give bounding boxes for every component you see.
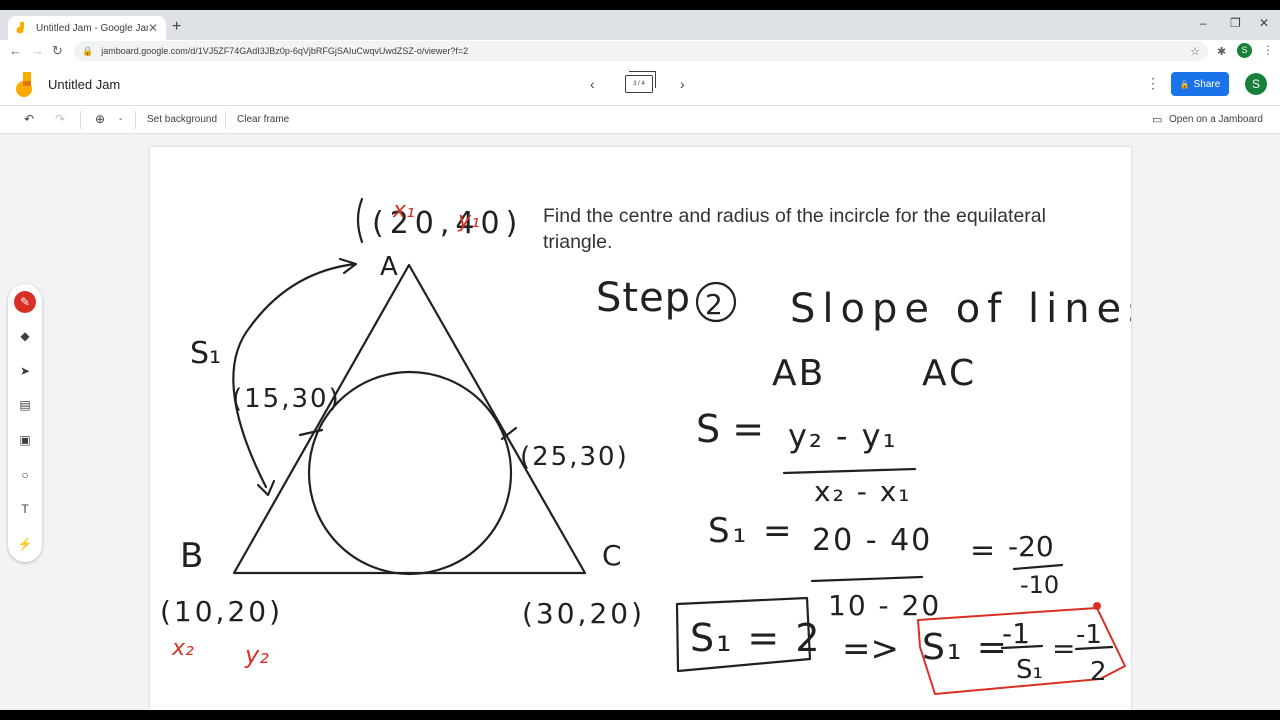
red-dot-drawing [1093, 602, 1101, 610]
perp-fraction-denominator: S₁ [1016, 655, 1043, 685]
perp-value-denominator: 2 [1090, 657, 1107, 687]
url-text: jamboard.google.com/d/1VJ5ZF74GAdI3JBz0p… [101, 46, 469, 56]
point-right-coords: (25,30) [520, 442, 629, 472]
formula-lhs: S = [696, 407, 764, 451]
slope-arrow-drawing [232, 262, 357, 489]
jamboard-logo-icon [16, 72, 32, 97]
set-background-button[interactable]: Set background [147, 114, 217, 125]
browser-nav-bar: ← → ↻ 🔒 jamboard.google.com/d/1VJ5ZF74GA… [0, 40, 1280, 64]
user-avatar[interactable]: S [1245, 73, 1267, 95]
bookmark-star-icon[interactable]: ☆ [1190, 45, 1200, 58]
perp-fraction-numerator: -1 [1002, 617, 1030, 650]
toolbar-divider [225, 111, 226, 129]
more-options-icon[interactable]: ⋮ [1146, 75, 1160, 92]
vertex-b-coords: (10,20) [160, 595, 283, 628]
browser-menu-icon[interactable]: ⋮ [1262, 43, 1274, 57]
s1-equation-lhs: S₁ = [708, 511, 795, 551]
share-lock-icon: 🔒 [1179, 79, 1190, 89]
previous-frame-icon[interactable]: ‹ [590, 76, 595, 92]
step-label: Step [596, 275, 691, 321]
zoom-icon[interactable]: ⊕ [95, 112, 105, 126]
lines-ab: AB [772, 353, 825, 394]
label-y2: y₂ [244, 641, 269, 669]
step-number: 2 [705, 288, 723, 321]
back-icon[interactable]: ← [9, 43, 22, 58]
reload-icon[interactable]: ↻ [52, 43, 63, 59]
select-icon[interactable]: ➤ [14, 360, 36, 382]
triangle-drawing [232, 263, 587, 575]
tick-mark-drawing [298, 428, 324, 437]
lines-ac: AC [922, 353, 977, 394]
restore-icon[interactable]: ❐ [1230, 16, 1241, 30]
jamboard-window: Untitled Jam - Google Jamboard ✕ + – ❐ ✕… [0, 10, 1280, 710]
boxed-result: S₁ = 2 [690, 616, 822, 660]
toolbar-divider [135, 111, 136, 129]
address-bar[interactable]: 🔒 jamboard.google.com/d/1VJ5ZF74GAdI3JBz… [74, 41, 1208, 61]
clear-frame-button[interactable]: Clear frame [237, 114, 289, 125]
lock-icon: 🔒 [82, 45, 94, 56]
slope-heading: Slope of lines [790, 286, 1131, 332]
jam-frame-canvas[interactable]: Find the centre and radius of the incirc… [150, 147, 1131, 710]
zoom-out-button[interactable]: - [119, 114, 122, 125]
fraction-bar-drawing [810, 575, 924, 583]
browser-tab-strip: Untitled Jam - Google Jamboard ✕ + – ❐ ✕ [0, 10, 1280, 40]
tool-palette: ✎ ◆ ➤ ▤ ▣ ○ T ⚡ [8, 284, 42, 562]
next-frame-icon[interactable]: › [680, 76, 685, 92]
undo-icon[interactable]: ↶ [24, 112, 34, 126]
formula-numerator: y₂ - y₁ [788, 417, 897, 455]
perp-lhs: S₁ = [922, 627, 1009, 668]
app-header: Untitled Jam ‹ 3 / 4 › ⋮ 🔒 Share S [0, 64, 1280, 106]
vertex-c-label: C [602, 539, 622, 572]
ink-layer: (20,40) x₁ y₁ A S₁ (15,30) (25,30) B (10… [160, 197, 1131, 695]
label-x1: x₁ [392, 198, 415, 223]
point-left-coords: (15,30) [232, 384, 341, 414]
redo-icon[interactable]: ↷ [55, 112, 65, 126]
s1-denominator: 10 - 20 [828, 589, 941, 622]
formula-denominator: x₂ - x₁ [814, 475, 912, 508]
frame-indicator: 3 / 4 [633, 81, 645, 87]
extensions-icon[interactable]: ✱ [1217, 45, 1226, 58]
fraction-bar-drawing [1012, 563, 1064, 571]
vertex-c-coords: (30,20) [522, 597, 645, 630]
s1-numerator: 20 - 40 [812, 523, 932, 558]
sticky-note-icon[interactable]: ▤ [14, 394, 36, 416]
close-tab-icon[interactable]: ✕ [148, 21, 158, 35]
label-y1: y₁ [457, 208, 480, 233]
eraser-icon[interactable]: ◆ [14, 325, 36, 347]
frame-bar-toggle[interactable]: 3 / 4 [625, 71, 656, 93]
perp-equals: = [1052, 632, 1075, 665]
s1-equals: = [970, 533, 995, 568]
share-button[interactable]: 🔒 Share [1171, 72, 1229, 96]
circle-icon[interactable]: ○ [14, 464, 36, 486]
jam-title[interactable]: Untitled Jam [48, 77, 120, 92]
laser-icon[interactable]: ⚡ [14, 533, 36, 555]
minimize-icon[interactable]: – [1200, 16, 1207, 30]
browser-profile-avatar[interactable]: S [1237, 43, 1252, 58]
toolbar-divider [80, 111, 81, 129]
share-label: Share [1193, 78, 1221, 90]
image-icon[interactable]: ▣ [14, 429, 36, 451]
vertex-b-label: B [180, 536, 203, 576]
open-on-jamboard-button[interactable]: Open on a Jamboard [1169, 114, 1263, 125]
paren-drawing [356, 197, 364, 244]
pen-icon[interactable]: ✎ [14, 291, 36, 313]
new-tab-icon[interactable]: + [172, 18, 181, 36]
perp-value-numerator: -1 [1076, 620, 1102, 650]
simplified-denominator: -10 [1020, 571, 1059, 599]
label-x2: x₂ [171, 636, 194, 661]
simplified-numerator: -20 [1008, 530, 1054, 563]
text-box-icon[interactable]: T [14, 498, 36, 520]
browser-tab[interactable]: Untitled Jam - Google Jamboard ✕ [8, 16, 166, 40]
window-close-icon[interactable]: ✕ [1259, 16, 1269, 30]
implies-arrow: => [842, 629, 899, 669]
edit-toolbar: ↶ ↷ ⊕ - Set background Clear frame ▭ Ope… [0, 106, 1280, 134]
tab-title: Untitled Jam - Google Jamboard [36, 22, 148, 34]
forward-icon[interactable]: → [31, 43, 44, 58]
fraction-bar-drawing [782, 467, 917, 475]
s1-label: S₁ [190, 336, 221, 371]
open-on-jamboard-icon: ▭ [1152, 114, 1163, 126]
vertex-a-label: A [380, 252, 398, 282]
jamboard-favicon-icon [16, 22, 24, 34]
